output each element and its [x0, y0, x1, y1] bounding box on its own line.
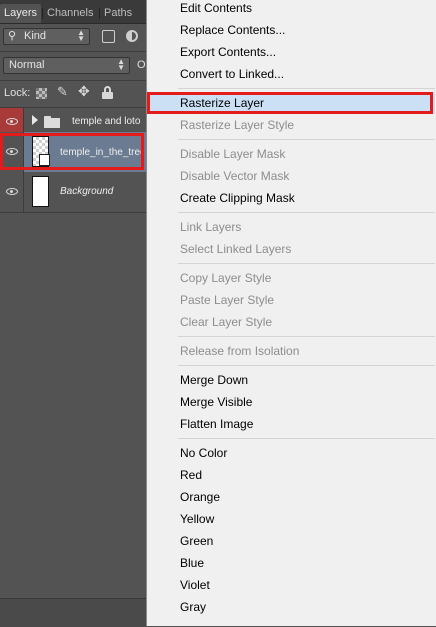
menu-item-select-linked-layers[interactable]: Select Linked Layers [147, 238, 435, 260]
menu-separator [178, 365, 435, 366]
menu-item-label: Violet [180, 578, 210, 592]
menu-item-label: Red [180, 468, 203, 482]
context-menu: Edit Contents Replace Contents... Export… [146, 0, 436, 626]
menu-item-color-red[interactable]: Red [147, 464, 435, 486]
menu-item-convert-to-linked[interactable]: Convert to Linked... [147, 63, 435, 85]
menu-item-disable-vector-mask[interactable]: Disable Vector Mask [147, 165, 435, 187]
smart-object-badge-icon [39, 154, 50, 166]
menu-item-label: Disable Layer Mask [180, 147, 286, 161]
menu-item-label: Select Linked Layers [180, 242, 292, 256]
menu-item-label: Rasterize Layer [180, 96, 265, 110]
lock-transparent-icon[interactable] [36, 88, 47, 99]
menu-separator [178, 88, 435, 89]
menu-item-export-contents[interactable]: Export Contents... [147, 41, 435, 63]
visibility-toggle[interactable] [0, 132, 24, 172]
menu-item-label: Replace Contents... [180, 23, 286, 37]
tab-paths[interactable]: Paths [98, 4, 132, 23]
menu-item-color-yellow[interactable]: Yellow [147, 508, 435, 530]
menu-item-edit-contents[interactable]: Edit Contents [147, 0, 435, 19]
filter-kind-select[interactable]: ⚲ Kind ▲ ▼ [3, 28, 90, 45]
layers-panel: Layers Channels Paths ⚲ Kind ▲ ▼ Normal ▲… [0, 0, 146, 627]
layer-thumbnail [32, 176, 49, 207]
menu-separator [178, 212, 435, 213]
lock-all-icon[interactable] [102, 86, 113, 99]
menu-item-label: Merge Visible [180, 395, 253, 409]
menu-item-label: No Color [180, 446, 228, 460]
menu-item-merge-down[interactable]: Merge Down [147, 369, 435, 391]
eye-icon [6, 118, 18, 125]
pixel-filter-icon[interactable] [102, 30, 115, 43]
menu-item-merge-visible[interactable]: Merge Visible [147, 391, 435, 413]
menu-item-label: Rasterize Layer Style [180, 118, 295, 132]
menu-item-label: Create Clipping Mask [180, 191, 295, 205]
expand-arrow-icon[interactable] [32, 115, 38, 125]
visibility-toggle[interactable] [0, 172, 24, 212]
chevron-updown-icon: ▲ ▼ [117, 57, 125, 72]
menu-item-rasterize-layer-style[interactable]: Rasterize Layer Style [147, 114, 435, 136]
menu-separator [178, 336, 435, 337]
blend-mode-value: Normal [9, 59, 45, 71]
menu-item-create-clipping-mask[interactable]: Create Clipping Mask [147, 187, 435, 209]
menu-item-label: Link Layers [180, 220, 242, 234]
menu-item-label: Green [180, 534, 214, 548]
layer-name: Background [60, 186, 114, 197]
menu-item-disable-layer-mask[interactable]: Disable Layer Mask [147, 143, 435, 165]
menu-item-color-gray[interactable]: Gray [147, 596, 435, 618]
menu-item-label: Clear Layer Style [180, 315, 273, 329]
menu-item-copy-layer-style[interactable]: Copy Layer Style [147, 267, 435, 289]
tab-channels[interactable]: Channels [41, 4, 93, 23]
eye-icon [6, 188, 18, 195]
menu-item-label: Release from Isolation [180, 344, 300, 358]
menu-item-label: Yellow [180, 512, 215, 526]
menu-item-color-green[interactable]: Green [147, 530, 435, 552]
eye-icon [6, 148, 18, 155]
menu-item-release-from-isolation[interactable]: Release from Isolation [147, 340, 435, 362]
menu-item-flatten-image[interactable]: Flatten Image [147, 413, 435, 435]
tab-layers[interactable]: Layers [0, 4, 42, 23]
lock-brush-icon[interactable]: ✎ [57, 84, 68, 100]
layer-name: temple_in_the_tree [60, 147, 144, 158]
menu-separator [178, 263, 435, 264]
blend-mode-select[interactable]: Normal ▲ ▼ [3, 57, 130, 74]
search-icon: ⚲ [8, 30, 17, 42]
menu-item-color-orange[interactable]: Orange [147, 486, 435, 508]
adjustment-filter-icon[interactable] [126, 30, 138, 42]
menu-item-label: Export Contents... [180, 45, 277, 59]
menu-item-label: Paste Layer Style [180, 293, 275, 307]
panel-bottom-bar [0, 598, 146, 627]
divider [0, 51, 146, 52]
lock-move-icon[interactable]: ✥ [78, 83, 90, 100]
menu-item-label: Edit Contents [180, 1, 253, 15]
layer-thumbnail [32, 136, 50, 167]
panel-tab-bar: Layers Channels Paths [0, 0, 146, 24]
layer-row-background[interactable]: Background [0, 172, 146, 213]
menu-item-clear-layer-style[interactable]: Clear Layer Style [147, 311, 435, 333]
folder-icon [44, 116, 60, 128]
divider [0, 80, 146, 81]
menu-item-label: Orange [180, 490, 221, 504]
menu-item-label: Disable Vector Mask [180, 169, 290, 183]
menu-item-paste-layer-style[interactable]: Paste Layer Style [147, 289, 435, 311]
menu-item-replace-contents[interactable]: Replace Contents... [147, 19, 435, 41]
lock-label: Lock: [4, 87, 31, 99]
layer-row-selected[interactable]: temple_in_the_tree [0, 132, 146, 173]
menu-item-label: Convert to Linked... [180, 67, 285, 81]
menu-separator [178, 139, 435, 140]
menu-item-label: Flatten Image [180, 417, 254, 431]
menu-item-color-none[interactable]: No Color [147, 442, 435, 464]
menu-item-label: Gray [180, 600, 207, 614]
opacity-label: O [137, 59, 146, 71]
chevron-updown-icon: ▲ ▼ [77, 28, 85, 43]
menu-item-label: Merge Down [180, 373, 249, 387]
menu-item-label: Blue [180, 556, 205, 570]
menu-separator [178, 438, 435, 439]
menu-item-rasterize-layer[interactable]: Rasterize Layer [147, 92, 435, 114]
menu-item-label: Copy Layer Style [180, 271, 272, 285]
layer-name: temple and loto [72, 116, 141, 127]
menu-item-color-violet[interactable]: Violet [147, 574, 435, 596]
menu-item-color-blue[interactable]: Blue [147, 552, 435, 574]
menu-item-link-layers[interactable]: Link Layers [147, 216, 435, 238]
filter-kind-value: Kind [24, 30, 47, 42]
